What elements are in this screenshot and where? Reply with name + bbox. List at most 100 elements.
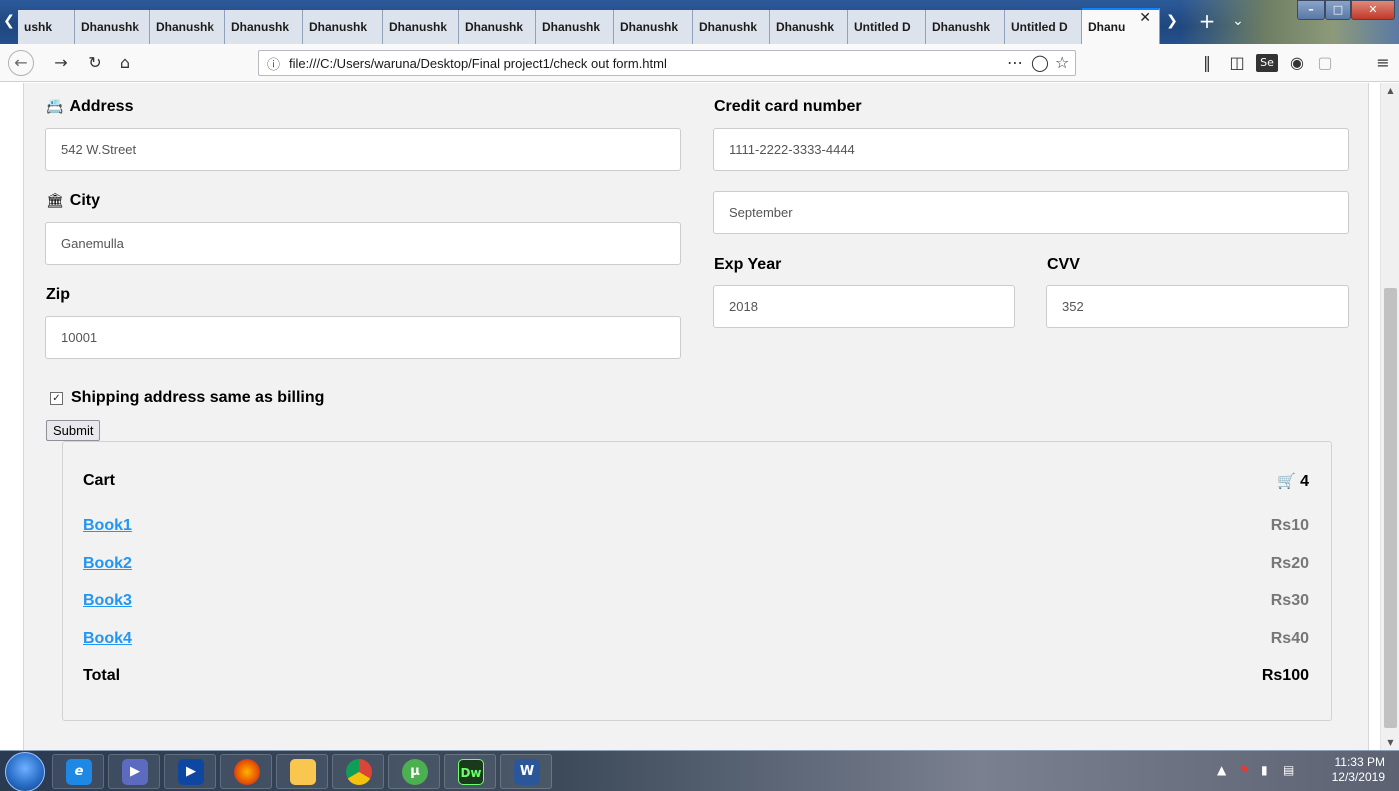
- tray-expand-icon[interactable]: ▲: [1217, 763, 1226, 777]
- city-label: 🏛 City: [46, 192, 101, 209]
- cart-item-link[interactable]: Book2: [83, 555, 132, 573]
- address-field[interactable]: [45, 128, 681, 171]
- scrollbar-thumb[interactable]: [1384, 288, 1397, 728]
- address-label: 📇 Address: [46, 98, 134, 115]
- minimize-icon[interactable]: –: [1297, 0, 1325, 20]
- cart-item-link[interactable]: Book4: [83, 630, 132, 648]
- extension-icon[interactable]: ▢: [1314, 52, 1336, 74]
- close-tab-icon[interactable]: ✕: [1139, 10, 1151, 26]
- submit-button[interactable]: Submit: [46, 420, 101, 441]
- new-tab-icon[interactable]: +: [1196, 10, 1218, 34]
- library-icon[interactable]: ‖: [1196, 52, 1218, 74]
- taskbar-dreamweaver-button[interactable]: Dw: [444, 754, 496, 789]
- browser-tab[interactable]: Dhanushk: [303, 10, 383, 44]
- browser-tab[interactable]: Untitled D: [1005, 10, 1082, 44]
- tab-scroll-right-icon[interactable]: ❯: [1164, 10, 1180, 34]
- zip-field[interactable]: [45, 316, 681, 359]
- device-icon[interactable]: ▤: [1283, 763, 1294, 777]
- tab-label: Untitled D: [1011, 20, 1068, 34]
- browser-tab[interactable]: ushk: [18, 10, 75, 44]
- total-label: Total: [83, 667, 121, 684]
- tab-label: Dhanushk: [231, 20, 290, 34]
- taskbar: e ▶ ▶ μ Dw W ▲ ⚑ ▮ ▤ 11:33 PM 12/3/2019: [0, 750, 1399, 791]
- tab-label: Dhanushk: [542, 20, 601, 34]
- browser-tab[interactable]: Dhanushk: [926, 10, 1005, 44]
- page-actions-icon[interactable]: ⋯: [1007, 53, 1023, 72]
- browser-tab[interactable]: Dhanushk: [770, 10, 848, 44]
- city-field[interactable]: [45, 222, 681, 265]
- shipping-checkbox[interactable]: ✓: [50, 392, 63, 405]
- cart-item-link[interactable]: Book1: [83, 517, 132, 535]
- navigation-bar: ← → ↻ ⌂ ⓘ file:///C:/Users/waruna/Deskto…: [0, 44, 1399, 82]
- tab-scroll-left-icon[interactable]: ❮: [0, 10, 18, 32]
- zip-label: Zip: [46, 286, 70, 303]
- reload-icon[interactable]: ↻: [84, 52, 106, 74]
- info-icon[interactable]: ⓘ: [267, 54, 280, 73]
- cvv-field[interactable]: [1046, 285, 1349, 328]
- cart-item-price: Rs40: [1270, 630, 1309, 647]
- browser-tab[interactable]: Dhanushk: [459, 10, 536, 44]
- taskbar-explorer-button[interactable]: [276, 754, 328, 789]
- bookmark-star-icon[interactable]: ☆: [1055, 53, 1069, 72]
- tab-list-chevron-icon[interactable]: ⌄: [1228, 10, 1248, 34]
- back-arrow-icon[interactable]: ←: [8, 50, 34, 76]
- pocket-icon[interactable]: ◯: [1031, 53, 1049, 72]
- taskbar-chrome-button[interactable]: [332, 754, 384, 789]
- browser-tab[interactable]: Dhanushk: [693, 10, 770, 44]
- taskbar-firefox-button[interactable]: [220, 754, 272, 789]
- tab-label: Dhanu: [1088, 20, 1126, 34]
- home-icon[interactable]: ⌂: [114, 52, 136, 74]
- action-center-flag-icon[interactable]: ⚑: [1239, 763, 1250, 777]
- taskbar-clock[interactable]: 11:33 PM 12/3/2019: [1332, 755, 1385, 785]
- browser-tab[interactable]: Dhanushk: [536, 10, 614, 44]
- account-icon[interactable]: ◉: [1286, 52, 1308, 74]
- start-button[interactable]: [5, 752, 45, 791]
- url-bar[interactable]: ⓘ file:///C:/Users/waruna/Desktop/Final …: [258, 50, 1076, 76]
- cart-item-price: Rs30: [1270, 592, 1309, 609]
- menu-hamburger-icon[interactable]: ≡: [1372, 52, 1394, 74]
- tab-label: Dhanushk: [309, 20, 368, 34]
- cart-panel: Cart 🛒 4 Book1 Rs10 Book2 Rs20 Book3 Rs30…: [62, 441, 1332, 721]
- browser-tab[interactable]: Dhanushk: [383, 10, 459, 44]
- scroll-down-icon[interactable]: ▼: [1381, 738, 1399, 747]
- exp-year-field[interactable]: [713, 285, 1015, 328]
- maximize-icon[interactable]: □: [1325, 0, 1351, 20]
- sidebar-icon[interactable]: ◫: [1226, 52, 1248, 74]
- browser-tab[interactable]: Dhanushk: [614, 10, 693, 44]
- close-window-icon[interactable]: ✕: [1351, 0, 1395, 20]
- institution-icon: 🏛: [46, 193, 64, 209]
- url-text[interactable]: file:///C:/Users/waruna/Desktop/Final pr…: [289, 56, 667, 71]
- shopping-cart-icon: 🛒: [1277, 472, 1297, 490]
- taskbar-utorrent-button[interactable]: μ: [388, 754, 440, 789]
- tab-label: Dhanushk: [389, 20, 448, 34]
- cart-count: 🛒 4: [1277, 472, 1309, 491]
- exp-month-field[interactable]: [713, 191, 1349, 234]
- clock-time: 11:33 PM: [1334, 755, 1385, 769]
- credit-card-field[interactable]: [713, 128, 1349, 171]
- scroll-up-icon[interactable]: ▲: [1381, 86, 1399, 95]
- cart-title: Cart: [83, 472, 116, 489]
- tab-label: Dhanushk: [156, 20, 215, 34]
- word-icon: W: [514, 759, 540, 785]
- taskbar-word-button[interactable]: W: [500, 754, 552, 789]
- folder-icon: [290, 759, 316, 785]
- browser-tab[interactable]: Dhanushk: [150, 10, 225, 44]
- shipping-label: Shipping address same as billing: [71, 389, 325, 406]
- browser-tab[interactable]: Untitled D: [848, 10, 926, 44]
- taskbar-ie-button[interactable]: e: [52, 754, 104, 789]
- taskbar-media-center-button[interactable]: ▶: [108, 754, 160, 789]
- browser-tab[interactable]: Dhanushk: [75, 10, 150, 44]
- vertical-scrollbar[interactable]: ▲ ▼: [1380, 83, 1399, 750]
- forward-arrow-icon[interactable]: →: [50, 52, 72, 74]
- address-card-icon: 📇: [46, 99, 64, 115]
- selenium-icon[interactable]: Se: [1256, 54, 1278, 72]
- cart-count-value: 4: [1300, 473, 1309, 490]
- shipping-same-row[interactable]: ✓ Shipping address same as billing: [50, 389, 324, 407]
- taskbar-media-player-button[interactable]: ▶: [164, 754, 216, 789]
- system-tray: ▲ ⚑ ▮ ▤ 11:33 PM 12/3/2019: [1199, 751, 1399, 791]
- media-player-icon: ▶: [178, 759, 204, 785]
- network-signal-icon[interactable]: ▮: [1261, 763, 1268, 777]
- browser-tab-active[interactable]: Dhanu ✕: [1082, 8, 1160, 44]
- cart-item-link[interactable]: Book3: [83, 592, 132, 610]
- browser-tab[interactable]: Dhanushk: [225, 10, 303, 44]
